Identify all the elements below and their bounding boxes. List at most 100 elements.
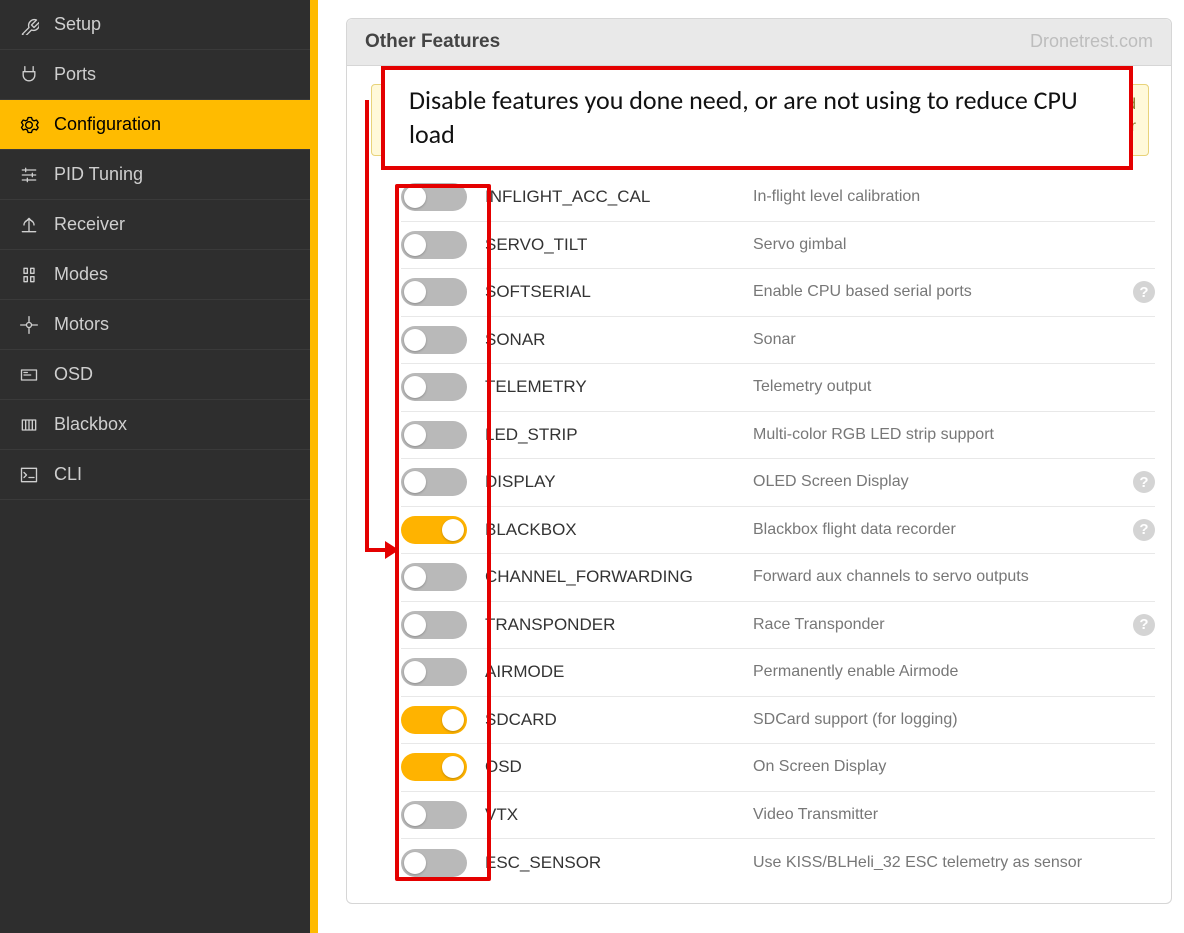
panel-title: Other Features xyxy=(365,31,500,53)
feature-row-display: DISPLAY OLED Screen Display? xyxy=(401,459,1155,507)
sidebar-item-label: Ports xyxy=(54,64,292,85)
sidebar-item-label: Setup xyxy=(54,14,292,35)
feature-toggle-sdcard[interactable] xyxy=(401,706,467,734)
plug-icon xyxy=(18,64,40,86)
sidebar-item-configuration[interactable]: Configuration xyxy=(0,100,310,150)
sidebar-item-label: PID Tuning xyxy=(54,164,292,185)
sidebar-item-blackbox[interactable]: Blackbox xyxy=(0,400,310,450)
feature-desc: Multi-color RGB LED strip support xyxy=(753,426,1155,444)
feature-toggle-softserial[interactable] xyxy=(401,278,467,306)
sidebar-item-cli[interactable]: CLI xyxy=(0,450,310,500)
feature-toggle-vtx[interactable] xyxy=(401,801,467,829)
antenna-icon xyxy=(18,214,40,236)
feature-row-osd: OSD On Screen Display xyxy=(401,744,1155,792)
feature-name: VTX xyxy=(485,805,735,825)
feature-row-telemetry: TELEMETRY Telemetry output xyxy=(401,364,1155,412)
feature-desc: Use KISS/BLHeli_32 ESC telemetry as sens… xyxy=(753,854,1155,872)
terminal-icon xyxy=(18,464,40,486)
feature-name: TELEMETRY xyxy=(485,377,735,397)
feature-row-channel_forwarding: CHANNEL_FORWARDINGForward aux channels t… xyxy=(401,554,1155,602)
feature-toggle-telemetry[interactable] xyxy=(401,373,467,401)
feature-name: ESC_SENSOR xyxy=(485,853,735,873)
sidebar-item-receiver[interactable]: Receiver xyxy=(0,200,310,250)
feature-row-vtx: VTX Video Transmitter xyxy=(401,792,1155,840)
sidebar-item-label: Motors xyxy=(54,314,292,335)
panel-header: Other Features Dronetrest.com xyxy=(347,19,1171,66)
feature-row-esc_sensor: ESC_SENSOR Use KISS/BLHeli_32 ESC telemet… xyxy=(401,839,1155,887)
wrench-icon xyxy=(18,14,40,36)
feature-row-sdcard: SDCARD SDCard support (for logging) xyxy=(401,697,1155,745)
sliders-icon xyxy=(18,164,40,186)
feature-desc: In-flight level calibration xyxy=(753,188,1155,206)
feature-row-airmode: AIRMODE Permanently enable Airmode xyxy=(401,649,1155,697)
feature-toggle-airmode[interactable] xyxy=(401,658,467,686)
feature-name: SERVO_TILT xyxy=(485,235,735,255)
feature-row-led_strip: LED_STRIP Multi-color RGB LED strip suppo… xyxy=(401,412,1155,460)
feature-row-servo_tilt: SERVO_TILT Servo gimbal xyxy=(401,222,1155,270)
feature-list: INFLIGHT_ACC_CALIn-flight level calibrat… xyxy=(401,174,1155,887)
feature-desc: Permanently enable Airmode xyxy=(753,663,1155,681)
feature-toggle-led_strip[interactable] xyxy=(401,421,467,449)
gear-icon xyxy=(18,114,40,136)
annotation-arrow-head xyxy=(385,541,399,559)
sidebar-item-label: Receiver xyxy=(54,214,292,235)
feature-toggle-blackbox[interactable] xyxy=(401,516,467,544)
feature-name: SONAR xyxy=(485,330,735,350)
motor-icon xyxy=(18,314,40,336)
feature-toggle-sonar[interactable] xyxy=(401,326,467,354)
feature-desc: SDCard support (for logging) xyxy=(753,711,1155,729)
feature-name: TRANSPONDER xyxy=(485,615,735,635)
sidebar-item-ports[interactable]: Ports xyxy=(0,50,310,100)
other-features-panel: Other Features Dronetrest.com N nd ur b … xyxy=(346,18,1172,904)
feature-toggle-channel_forwarding[interactable] xyxy=(401,563,467,591)
feature-desc: Enable CPU based serial ports xyxy=(753,283,1115,301)
feature-desc: Forward aux channels to servo outputs xyxy=(753,568,1155,586)
feature-row-transponder: TRANSPONDERRace Transponder? xyxy=(401,602,1155,650)
feature-desc: Telemetry output xyxy=(753,378,1155,396)
feature-desc: Blackbox flight data recorder xyxy=(753,521,1115,539)
osd-icon xyxy=(18,364,40,386)
feature-desc: Video Transmitter xyxy=(753,806,1155,824)
feature-row-sonar: SONAR Sonar xyxy=(401,317,1155,365)
modes-icon xyxy=(18,264,40,286)
sidebar-item-motors[interactable]: Motors xyxy=(0,300,310,350)
accent-stripe xyxy=(310,0,318,933)
panel-watermark: Dronetrest.com xyxy=(1030,31,1153,52)
feature-name: DISPLAY xyxy=(485,472,735,492)
feature-name: SDCARD xyxy=(485,710,735,730)
blackbox-icon xyxy=(18,414,40,436)
help-icon[interactable]: ? xyxy=(1133,281,1155,303)
feature-name: AIRMODE xyxy=(485,662,735,682)
annotation-text: Disable features you done need, or are n… xyxy=(381,66,1133,170)
feature-toggle-display[interactable] xyxy=(401,468,467,496)
feature-name: OSD xyxy=(485,757,735,777)
panel-body: N nd ur b Disable features you done need… xyxy=(347,66,1171,903)
feature-toggle-servo_tilt[interactable] xyxy=(401,231,467,259)
feature-toggle-inflight_acc_cal[interactable] xyxy=(401,183,467,211)
sidebar-item-label: OSD xyxy=(54,364,292,385)
help-icon[interactable]: ? xyxy=(1133,614,1155,636)
feature-toggle-esc_sensor[interactable] xyxy=(401,849,467,877)
sidebar-item-label: Modes xyxy=(54,264,292,285)
help-icon[interactable]: ? xyxy=(1133,519,1155,541)
feature-name: LED_STRIP xyxy=(485,425,735,445)
sidebar-item-osd[interactable]: OSD xyxy=(0,350,310,400)
help-icon[interactable]: ? xyxy=(1133,471,1155,493)
feature-name: SOFTSERIAL xyxy=(485,282,735,302)
feature-desc: Sonar xyxy=(753,331,1155,349)
feature-desc: OLED Screen Display xyxy=(753,473,1115,491)
sidebar-item-pid-tuning[interactable]: PID Tuning xyxy=(0,150,310,200)
feature-desc: Servo gimbal xyxy=(753,236,1155,254)
feature-desc: On Screen Display xyxy=(753,758,1155,776)
feature-row-softserial: SOFTSERIAL Enable CPU based serial ports? xyxy=(401,269,1155,317)
sidebar-item-setup[interactable]: Setup xyxy=(0,0,310,50)
sidebar-item-label: CLI xyxy=(54,464,292,485)
feature-toggle-transponder[interactable] xyxy=(401,611,467,639)
feature-row-inflight_acc_cal: INFLIGHT_ACC_CALIn-flight level calibrat… xyxy=(401,174,1155,222)
sidebar-item-modes[interactable]: Modes xyxy=(0,250,310,300)
feature-toggle-osd[interactable] xyxy=(401,753,467,781)
sidebar-item-label: Blackbox xyxy=(54,414,292,435)
annotation-connector-v xyxy=(365,100,369,550)
sidebar-item-label: Configuration xyxy=(54,114,292,135)
main-content: Other Features Dronetrest.com N nd ur b … xyxy=(318,0,1184,933)
